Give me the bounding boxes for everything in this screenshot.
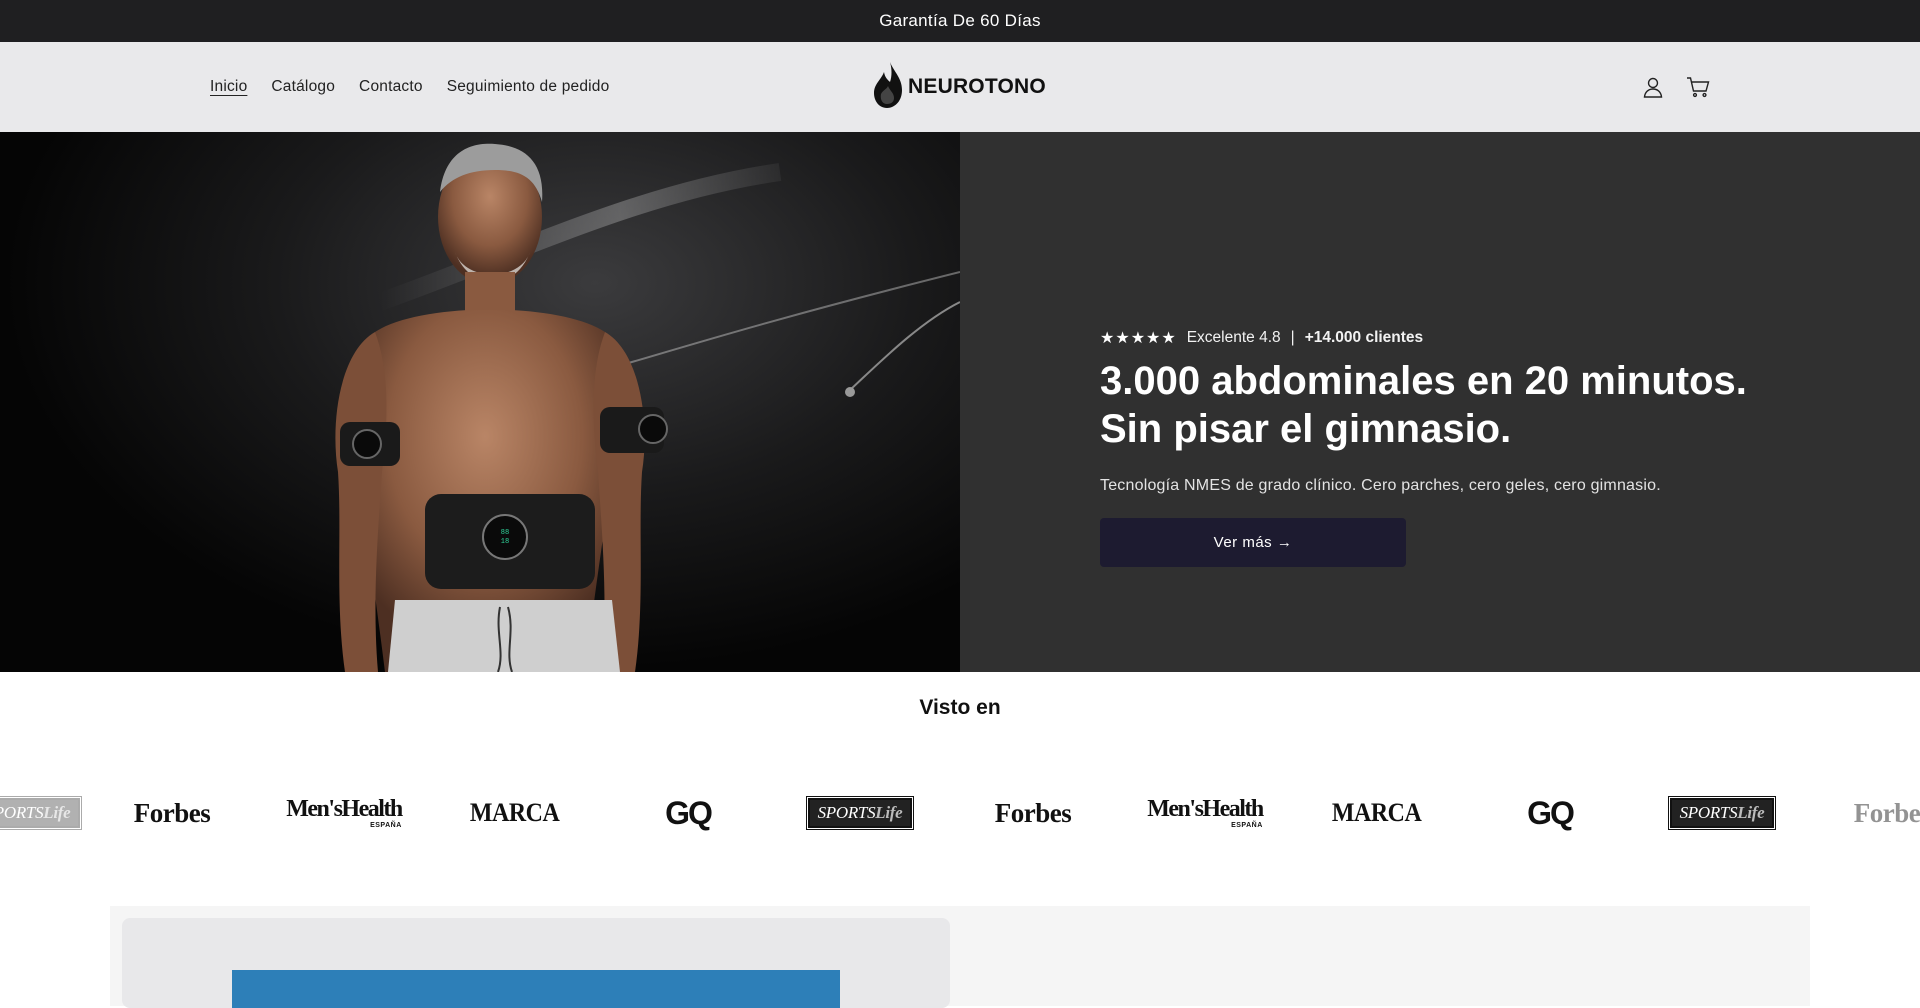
rating-separator: | <box>1290 329 1295 346</box>
sports-life-logo: SPORTSLife <box>0 790 88 836</box>
hero-headline: 3.000 abdominales en 20 minutos. Sin pis… <box>1100 359 1747 451</box>
hero-image: 88 18 <box>0 132 960 672</box>
main-nav: Inicio Catálogo Contacto Seguimiento de … <box>210 42 609 132</box>
sports-life-logo: SPORTSLife <box>800 790 920 836</box>
announcement-bar: Garantía De 60 Días <box>0 0 1920 42</box>
nav-item-catalogo[interactable]: Catálogo <box>271 78 335 96</box>
customer-count: +14.000 clientes <box>1304 329 1424 346</box>
brand-name: NEUROTONO <box>908 75 1046 98</box>
feature-banner <box>232 970 840 1008</box>
brand-logo[interactable]: NEUROTONO <box>872 60 1046 115</box>
svg-text:88: 88 <box>501 529 509 537</box>
ver-mas-button[interactable]: Ver más → <box>1100 518 1406 567</box>
svg-text:18: 18 <box>501 538 509 546</box>
site-header: Inicio Catálogo Contacto Seguimiento de … <box>0 42 1920 133</box>
press-logos-marquee: SPORTSLife Forbes Men'sHealthESPAÑA MARC… <box>0 790 1920 836</box>
forbes-logo: Forbes <box>133 797 211 828</box>
mens-health-logo: Men'sHealth ESPAÑA <box>286 796 403 829</box>
nav-item-seguimiento[interactable]: Seguimiento de pedido <box>447 78 610 96</box>
cart-icon[interactable] <box>1686 76 1710 98</box>
rating-text: Excelente 4.8 <box>1186 329 1281 346</box>
marca-logo: MARCA <box>470 798 560 827</box>
rating-summary: ★★★★★ Excelente 4.8 | +14.000 clientes <box>1100 328 1423 348</box>
announcement-text: Garantía De 60 Días <box>879 11 1041 30</box>
hero-subtitle: Tecnología NMES de grado clínico. Cero p… <box>1100 477 1661 494</box>
header-actions <box>1642 42 1710 132</box>
marca-logo: MARCA <box>1332 798 1422 827</box>
mens-health-logo: Men'sHealth ESPAÑA <box>1147 796 1264 829</box>
user-icon[interactable] <box>1642 76 1664 98</box>
sports-life-logo: SPORTSLife <box>1662 790 1782 836</box>
gq-logo: GQ <box>1527 794 1575 831</box>
gq-logo: GQ <box>665 794 713 831</box>
forbes-logo: Forbes <box>1853 797 1920 828</box>
flame-logo-icon <box>872 60 904 115</box>
hero-content: ★★★★★ Excelente 4.8 | +14.000 clientes 3… <box>960 132 1920 672</box>
hero-banner: 88 18 ★★★★★ Excelente 4.8 | +14.000 clie… <box>0 132 1920 672</box>
feature-image-card <box>122 918 950 1008</box>
forbes-logo: Forbes <box>994 797 1072 828</box>
press-title: Visto en <box>919 696 1001 719</box>
nav-item-contacto[interactable]: Contacto <box>359 78 423 96</box>
stars-icon: ★★★★★ <box>1100 330 1177 347</box>
nav-item-inicio[interactable]: Inicio <box>210 78 247 96</box>
